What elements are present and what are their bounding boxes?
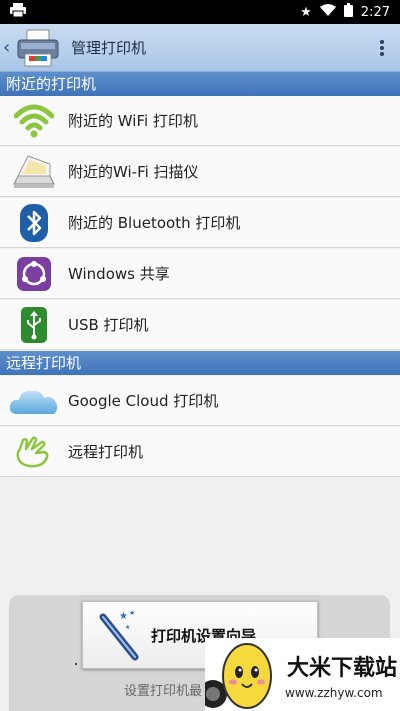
decorative-dot bbox=[75, 663, 77, 665]
watermark-mascot-icon bbox=[199, 638, 285, 711]
usb-icon bbox=[9, 300, 59, 350]
scanner-icon bbox=[9, 147, 59, 197]
watermark-url: www.zzhyw.com bbox=[285, 686, 383, 700]
list-item-label: USB 打印机 bbox=[68, 316, 149, 334]
list-item-usb-printer[interactable]: USB 打印机 bbox=[0, 300, 400, 350]
list-item-label: 远程打印机 bbox=[68, 443, 144, 461]
list-item-wifi-printer[interactable]: 附近的 WiFi 打印机 bbox=[0, 96, 400, 146]
svg-text:★: ★ bbox=[119, 611, 128, 622]
section-header-remote: 远程打印机 bbox=[0, 351, 400, 375]
overflow-menu-icon[interactable] bbox=[364, 24, 400, 72]
wifi-icon bbox=[9, 96, 59, 146]
back-chevron-icon[interactable]: ‹ bbox=[3, 37, 13, 58]
watermark: 大米下载站 www.zzhyw.com bbox=[199, 638, 400, 711]
list-item-remote-printer[interactable]: 远程打印机 bbox=[0, 427, 400, 477]
watermark-brand: 大米下载站 bbox=[287, 656, 398, 681]
share-icon bbox=[9, 249, 59, 299]
app-bar: ‹ 管理打印机 bbox=[0, 24, 400, 72]
list-item-label: 附近的 WiFi 打印机 bbox=[68, 112, 198, 130]
list-item-google-cloud-printer[interactable]: Google Cloud 打印机 bbox=[0, 376, 400, 426]
section-header-nearby: 附近的打印机 bbox=[0, 72, 400, 96]
print-notification-icon bbox=[10, 3, 26, 21]
list-item-windows-share[interactable]: Windows 共享 bbox=[0, 249, 400, 299]
remote-hand-icon bbox=[9, 427, 59, 477]
wifi-signal-icon bbox=[319, 4, 336, 20]
cloud-icon bbox=[9, 376, 59, 426]
svg-text:★: ★ bbox=[129, 609, 135, 617]
list-item-label: Google Cloud 打印机 bbox=[68, 392, 219, 410]
status-bar: ★ 2:27 bbox=[0, 0, 400, 24]
setup-hint-text: 设置打印机最 bbox=[124, 684, 203, 699]
list-item-wifi-scanner[interactable]: 附近的Wi-Fi 扫描仪 bbox=[0, 147, 400, 197]
svg-text:★: ★ bbox=[125, 624, 130, 631]
app-logo-icon[interactable] bbox=[15, 28, 61, 68]
list-item-label: Windows 共享 bbox=[68, 265, 170, 283]
page-title: 管理打印机 bbox=[71, 39, 147, 57]
magic-wand-icon: ★ ★ ★ bbox=[89, 605, 149, 665]
list-item-label: 附近的 Bluetooth 打印机 bbox=[68, 214, 241, 232]
battery-icon bbox=[343, 3, 353, 21]
list-item-bluetooth-printer[interactable]: 附近的 Bluetooth 打印机 bbox=[0, 198, 400, 248]
star-icon: ★ bbox=[300, 4, 312, 20]
list-item-label: 附近的Wi-Fi 扫描仪 bbox=[68, 163, 199, 181]
clock: 2:27 bbox=[360, 4, 390, 20]
bluetooth-icon bbox=[9, 198, 59, 248]
